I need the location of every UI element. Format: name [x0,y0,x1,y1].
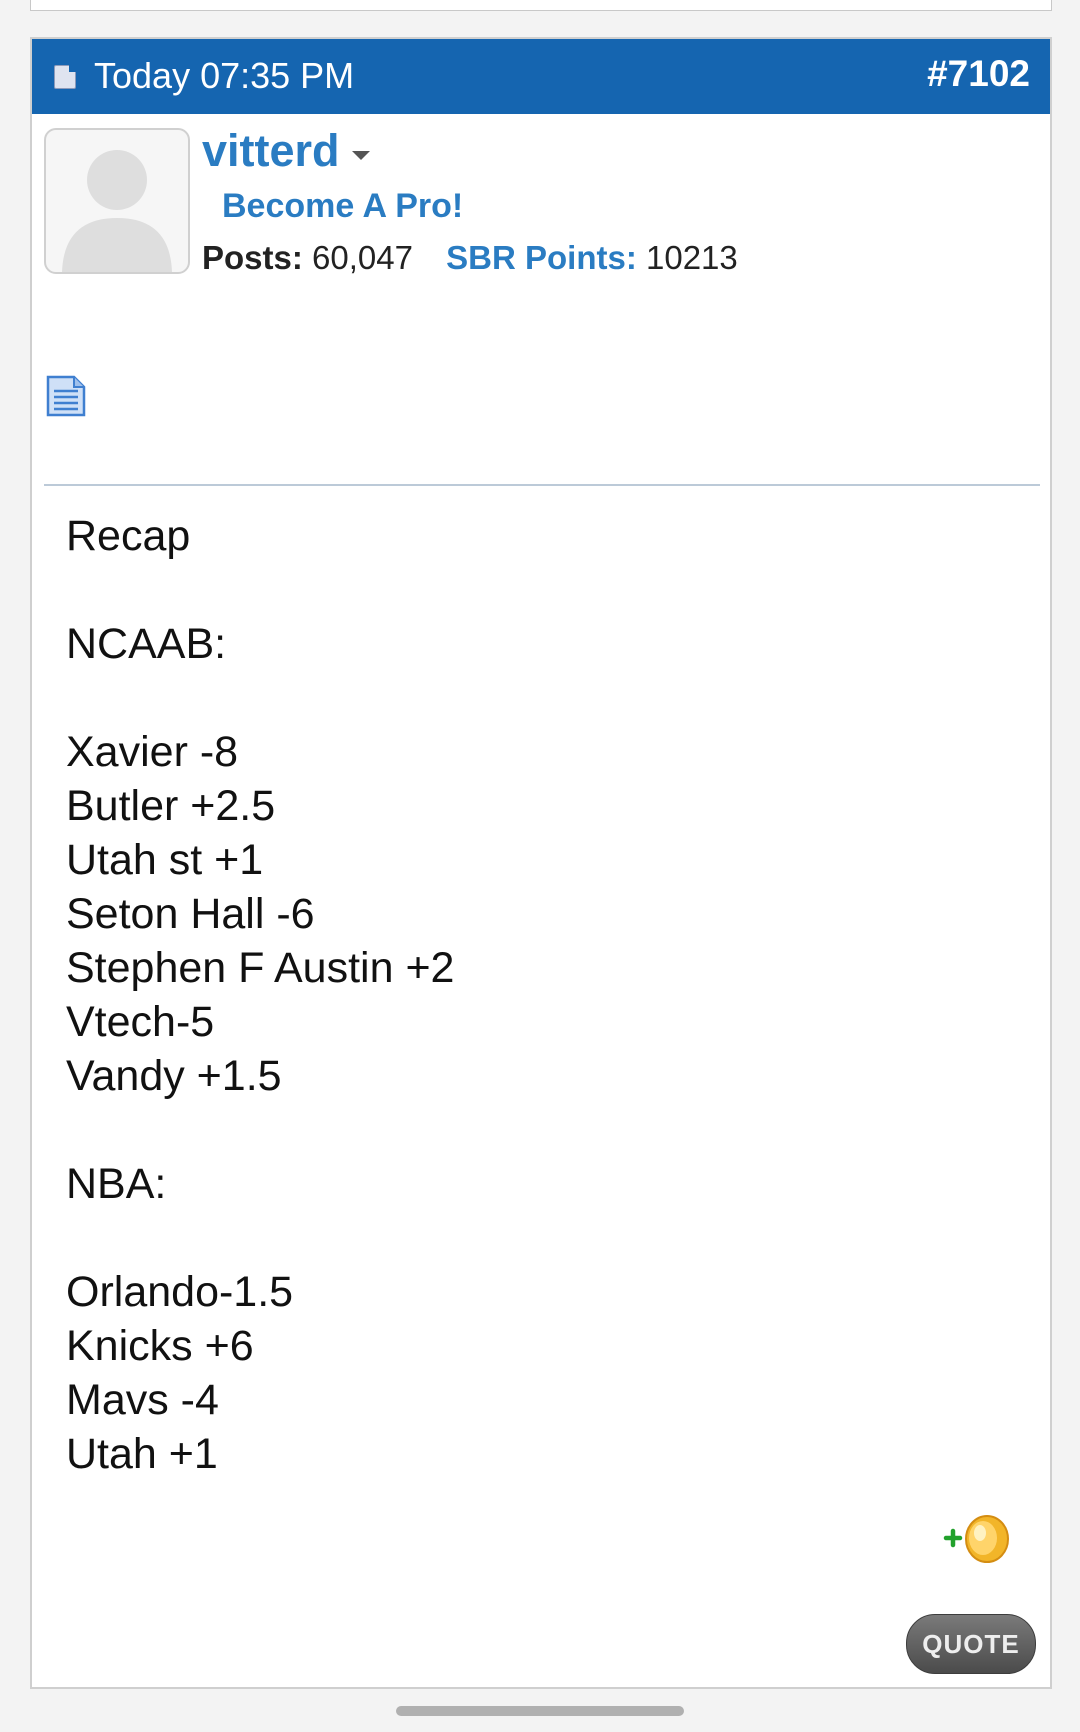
username-link[interactable]: vitterd [202,125,340,177]
message-line: Recap [66,512,191,560]
chevron-down-icon[interactable] [352,151,370,160]
message-line [66,671,454,725]
message-line: Stephen F Austin +2 [66,944,455,992]
user-title-link[interactable]: Become A Pro! [222,187,463,226]
message-line [66,1103,454,1157]
user-stats: Posts: 60,047 SBR Points: 10213 [202,239,738,277]
message-line [66,1211,454,1265]
message-line: Butler +2.5 [66,782,276,830]
posts-value: 60,047 [312,239,413,276]
message-line [66,563,454,617]
message-line: NCAAB: [66,620,227,668]
sbr-points-label: SBR Points: [446,239,637,276]
post-divider [44,484,1040,486]
message-line: Mavs -4 [66,1376,219,1424]
avatar-placeholder-icon[interactable] [44,128,190,274]
post-number-link[interactable]: #7102 [927,53,1030,95]
message-line: Knicks +6 [66,1322,254,1370]
previous-post-edge [30,0,1052,11]
message-line: Vandy +1.5 [66,1052,282,1100]
message-line: Seton Hall -6 [66,890,315,938]
home-indicator[interactable] [396,1706,684,1716]
post-message: Recap NCAAB: Xavier -8 Butler +2.5 Utah … [66,509,454,1481]
add-points-icon[interactable] [942,1513,1012,1569]
message-line: Vtech-5 [66,998,215,1046]
post-status-icon [54,65,76,89]
message-line: Orlando-1.5 [66,1268,294,1316]
sbr-points-value: 10213 [645,239,738,276]
message-line: Utah +1 [66,1430,218,1478]
message-line: NBA: [66,1160,167,1208]
message-line: Utah st +1 [66,836,264,884]
post-header: Today 07:35 PM #7102 [32,39,1050,114]
posts-label: Posts: [202,239,303,276]
forum-post: Today 07:35 PM #7102 vitterd Become A Pr… [30,37,1052,1689]
quote-button[interactable]: QUOTE [906,1614,1036,1674]
message-line: Xavier -8 [66,728,239,776]
post-date: Today 07:35 PM [94,55,355,96]
document-icon [46,375,86,417]
